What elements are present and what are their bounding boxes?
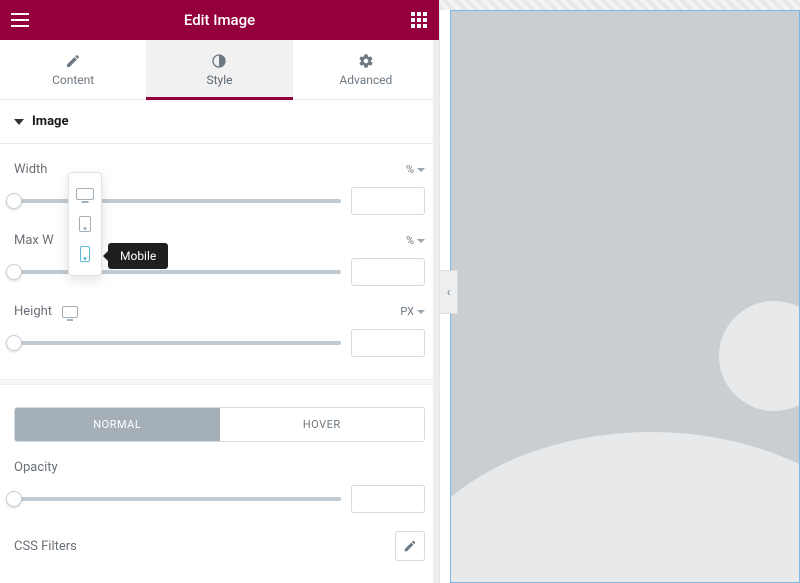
tooltip-mobile: Mobile	[108, 243, 168, 269]
tab-style-label: Style	[206, 73, 232, 87]
mobile-icon	[80, 246, 90, 262]
responsive-popover	[68, 172, 102, 276]
css-filters-edit-button[interactable]	[395, 531, 425, 561]
height-input[interactable]	[351, 329, 425, 357]
tab-advanced[interactable]: Advanced	[293, 40, 439, 99]
placeholder-sun	[719, 301, 800, 411]
height-unit-select[interactable]: PX	[400, 305, 425, 318]
style-controls: Width % Max W %	[0, 144, 439, 561]
panel-header: Edit Image	[0, 0, 439, 40]
height-label: Height	[14, 304, 52, 319]
max-width-label: Max W	[14, 233, 54, 248]
section-toggle-image[interactable]: Image	[0, 100, 439, 144]
panel-title: Edit Image	[184, 11, 255, 29]
chevron-down-icon	[417, 239, 425, 243]
preview-canvas	[440, 0, 800, 583]
state-tab-hover[interactable]: HOVER	[220, 408, 425, 441]
width-unit-select[interactable]: %	[406, 163, 425, 176]
height-slider[interactable]	[14, 335, 341, 351]
css-filters-label: CSS Filters	[14, 539, 77, 554]
state-tab-normal[interactable]: NORMAL	[15, 408, 220, 441]
tablet-icon	[79, 216, 91, 232]
device-desktop[interactable]	[69, 179, 101, 209]
responsive-toggle[interactable]	[62, 306, 78, 318]
collapse-panel-button[interactable]: ‹	[440, 270, 458, 314]
width-slider[interactable]	[14, 193, 341, 209]
section-title: Image	[32, 114, 68, 129]
control-opacity: Opacity	[14, 442, 425, 513]
control-height: Height PX	[14, 286, 425, 357]
caret-down-icon	[14, 119, 24, 125]
menu-button[interactable]	[10, 10, 30, 30]
height-unit: PX	[400, 305, 414, 318]
divider	[0, 379, 439, 385]
max-width-slider[interactable]	[14, 264, 341, 280]
panel-scrollbar[interactable]	[433, 40, 439, 583]
control-css-filters: CSS Filters	[14, 531, 425, 561]
tab-style[interactable]: Style	[146, 40, 292, 99]
width-input[interactable]	[351, 187, 425, 215]
panel-tabs: Content Style Advanced	[0, 40, 439, 100]
width-label: Width	[14, 162, 47, 177]
chevron-down-icon	[417, 310, 425, 314]
canvas-drop-hint	[440, 0, 800, 10]
device-mobile[interactable]	[69, 239, 101, 269]
chevron-down-icon	[417, 168, 425, 172]
device-tablet[interactable]	[69, 209, 101, 239]
desktop-icon	[76, 188, 94, 200]
tab-advanced-label: Advanced	[339, 73, 392, 87]
opacity-label: Opacity	[14, 460, 58, 475]
editor-panel: Edit Image Content Style Advanced Image …	[0, 0, 440, 583]
max-width-unit-select[interactable]: %	[406, 234, 425, 247]
image-widget[interactable]	[450, 10, 800, 583]
state-tabs: NORMAL HOVER	[14, 407, 425, 442]
max-width-unit: %	[406, 234, 414, 247]
opacity-input[interactable]	[351, 485, 425, 513]
width-unit: %	[406, 163, 414, 176]
opacity-slider[interactable]	[14, 491, 341, 507]
max-width-input[interactable]	[351, 258, 425, 286]
apps-button[interactable]	[409, 10, 429, 30]
tab-content-label: Content	[52, 73, 94, 87]
tab-content[interactable]: Content	[0, 40, 146, 99]
